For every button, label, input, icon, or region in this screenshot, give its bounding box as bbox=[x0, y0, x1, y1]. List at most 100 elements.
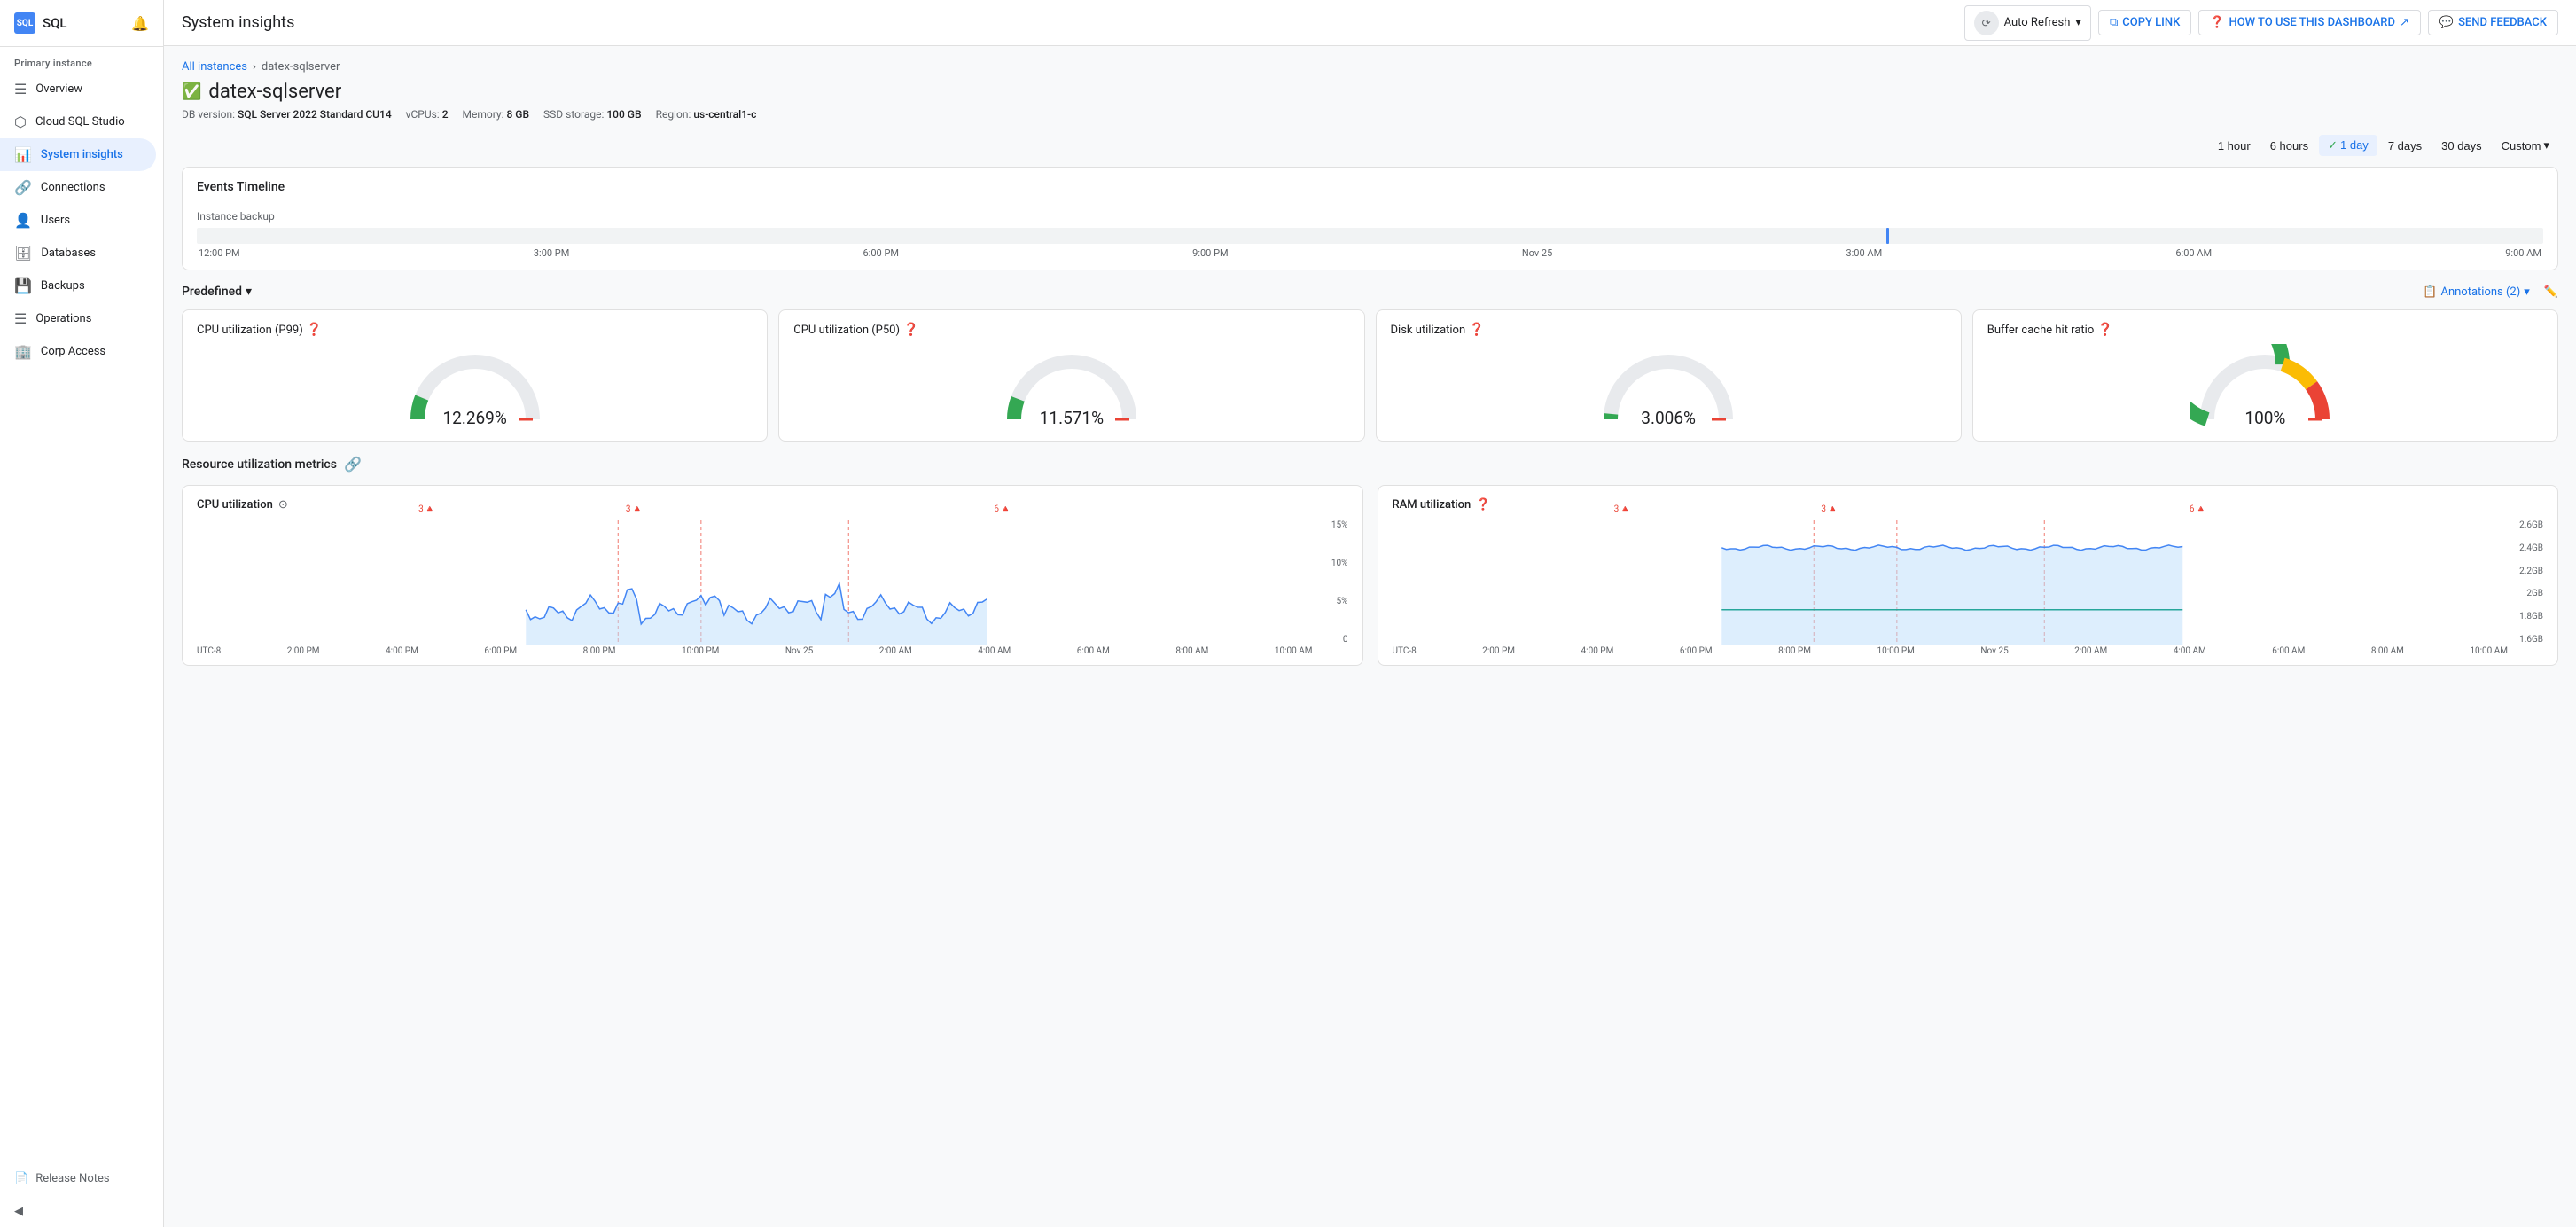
time-btn-custom[interactable]: Custom ▾ bbox=[2493, 135, 2558, 156]
ssd-meta: SSD storage: 100 GB bbox=[543, 108, 642, 121]
sidebar-label-connections: Connections bbox=[41, 181, 105, 194]
vcpus-value: 2 bbox=[442, 108, 449, 121]
gauge-title-cpu-p50: CPU utilization (P50) ❓ bbox=[793, 323, 918, 337]
timeline-x-label: Nov 25 bbox=[1522, 247, 1552, 259]
auto-refresh-label: Auto Refresh bbox=[2004, 16, 2071, 29]
sidebar-icon-corp-access: 🏢 bbox=[14, 343, 32, 360]
sidebar-item-corp-access[interactable]: 🏢 Corp Access bbox=[0, 335, 156, 368]
time-btn-30-days[interactable]: 30 days bbox=[2432, 136, 2491, 156]
y-label: 5% bbox=[1320, 597, 1348, 606]
chart-clock-icon: ⊙ bbox=[278, 498, 288, 512]
main-content: System insights ⟳ Auto Refresh ▾ ⧉ COPY … bbox=[164, 0, 2576, 1227]
gauge-help-icon-buffer-cache[interactable]: ❓ bbox=[2097, 323, 2112, 337]
chart-area-ram-utilization: 3🔺 3🔺 6🔺 2.6GB2.4GB2.2GB2GB1.8GB1.6GB UT… bbox=[1393, 520, 2544, 656]
page-title: System insights bbox=[182, 13, 1957, 32]
time-btn-1-day[interactable]: ✓1 day bbox=[2319, 135, 2377, 156]
sidebar-item-connections[interactable]: 🔗 Connections bbox=[0, 171, 156, 204]
y-label: 2.6GB bbox=[2515, 520, 2543, 530]
sidebar-item-operations[interactable]: ☰ Operations bbox=[0, 302, 156, 335]
region-meta: Region: us-central1-c bbox=[656, 108, 757, 121]
x-label: 2:00 AM bbox=[879, 646, 912, 656]
sidebar-item-overview[interactable]: ☰ Overview bbox=[0, 73, 156, 106]
chart-title-ram-utilization: RAM utilization ❓ bbox=[1393, 498, 2544, 512]
chart-help-icon[interactable]: ❓ bbox=[1476, 498, 1490, 512]
gauge-value-disk: 3.006% bbox=[1641, 408, 1696, 428]
y-label: 15% bbox=[1320, 520, 1348, 530]
alert-marker-ram-utilization-0: 3🔺 bbox=[1614, 504, 1631, 514]
how-to-button[interactable]: ❓ HOW TO USE THIS DASHBOARD ↗ bbox=[2198, 10, 2421, 35]
sidebar-item-system-insights[interactable]: 📊 System insights bbox=[0, 138, 156, 171]
gauge-value-cpu-p99: 12.269% bbox=[442, 408, 506, 428]
chart-card-ram-utilization: RAM utilization ❓ 3🔺 3🔺 6🔺 2.6GB2.4GB2.2… bbox=[1378, 485, 2559, 666]
y-label: 2.2GB bbox=[2515, 567, 2543, 576]
x-label: 10:00 PM bbox=[682, 646, 719, 656]
predefined-chevron-icon: ▾ bbox=[246, 285, 252, 299]
sidebar-section-label: Primary instance bbox=[0, 47, 163, 73]
annotations-chevron-icon: ▾ bbox=[2524, 285, 2530, 299]
timeline-x-label: 6:00 AM bbox=[2175, 247, 2212, 259]
sidebar-label-backups: Backups bbox=[41, 279, 85, 293]
gauge-card-cpu-p50: CPU utilization (P50) ❓ 11.571% bbox=[778, 309, 1364, 442]
sidebar-item-databases[interactable]: 🗄 Databases bbox=[0, 237, 156, 270]
region-label: Region: bbox=[656, 108, 691, 121]
x-label: 6:00 PM bbox=[484, 646, 517, 656]
all-instances-link[interactable]: All instances bbox=[182, 60, 247, 74]
sidebar-icon-operations: ☰ bbox=[14, 310, 27, 327]
sidebar-item-backups[interactable]: 💾 Backups bbox=[0, 270, 156, 302]
send-feedback-label: SEND FEEDBACK bbox=[2458, 16, 2547, 29]
x-label: 2:00 PM bbox=[1482, 646, 1515, 656]
how-to-label: HOW TO USE THIS DASHBOARD bbox=[2229, 16, 2395, 29]
gauge-help-icon-cpu-p99[interactable]: ❓ bbox=[307, 323, 322, 337]
app-title: SQL bbox=[43, 15, 67, 31]
breadcrumb: All instances › datex-sqlserver bbox=[182, 60, 2558, 74]
release-notes-label[interactable]: Release Notes bbox=[35, 1172, 109, 1185]
instance-meta: DB version: SQL Server 2022 Standard CU1… bbox=[182, 108, 2558, 121]
send-feedback-button[interactable]: 💬 SEND FEEDBACK bbox=[2428, 10, 2558, 35]
sidebar-label-corp-access: Corp Access bbox=[41, 345, 105, 358]
sidebar-icon-backups: 💾 bbox=[14, 277, 32, 294]
release-notes-icon: 📄 bbox=[14, 1172, 28, 1185]
auto-refresh-icon: ⟳ bbox=[1974, 11, 1999, 35]
copy-link-button[interactable]: ⧉ COPY LINK bbox=[2098, 10, 2191, 35]
sidebar-icon-cloud-sql-studio: ⬡ bbox=[14, 113, 27, 130]
link-icon[interactable]: 🔗 bbox=[344, 456, 362, 473]
feedback-icon: 💬 bbox=[2439, 16, 2454, 29]
timeline-x-label: 12:00 PM bbox=[199, 247, 240, 259]
topbar: System insights ⟳ Auto Refresh ▾ ⧉ COPY … bbox=[164, 0, 2576, 46]
y-label: 0 bbox=[1320, 635, 1348, 645]
sidebar-collapse-button[interactable]: ◀ bbox=[0, 1196, 163, 1227]
predefined-title[interactable]: Predefined ▾ bbox=[182, 285, 252, 299]
x-label: 10:00 PM bbox=[1877, 646, 1914, 656]
gauge-help-icon-disk[interactable]: ❓ bbox=[1469, 323, 1484, 337]
predefined-section-header: Predefined ▾ 📋 Annotations (2) ▾ ✏️ bbox=[182, 285, 2558, 299]
gauge-help-icon-cpu-p50[interactable]: ❓ bbox=[903, 323, 918, 337]
time-btn-6-hours[interactable]: 6 hours bbox=[2261, 136, 2317, 156]
edit-icon[interactable]: ✏️ bbox=[2544, 285, 2558, 299]
alert-marker-ram-utilization-1: 3🔺 bbox=[1821, 504, 1838, 514]
gauge-title-disk: Disk utilization ❓ bbox=[1391, 323, 1485, 337]
gauge-card-buffer-cache: Buffer cache hit ratio ❓ 100% bbox=[1972, 309, 2558, 442]
time-btn-7-days[interactable]: 7 days bbox=[2379, 136, 2431, 156]
ssd-value: 100 GB bbox=[606, 108, 641, 121]
y-label: 2GB bbox=[2515, 589, 2543, 598]
notification-bell-icon[interactable]: 🔔 bbox=[131, 15, 149, 32]
sidebar-label-databases: Databases bbox=[41, 246, 96, 260]
annotations-button[interactable]: 📋 Annotations (2) ▾ bbox=[2423, 285, 2530, 299]
predefined-section: Predefined ▾ 📋 Annotations (2) ▾ ✏️ CPU … bbox=[182, 285, 2558, 442]
x-label: Nov 25 bbox=[1980, 646, 2008, 656]
auto-refresh-button[interactable]: ⟳ Auto Refresh ▾ bbox=[1964, 5, 2091, 41]
timeline-x-label: 3:00 AM bbox=[1846, 247, 1882, 259]
timeline-x-label: 6:00 PM bbox=[863, 247, 899, 259]
sidebar-item-users[interactable]: 👤 Users bbox=[0, 204, 156, 237]
events-timeline-card: Events Timeline Instance backup 12:00 PM… bbox=[182, 167, 2558, 270]
sidebar: SQL SQL 🔔 Primary instance ☰ Overview ⬡ … bbox=[0, 0, 164, 1227]
chart-card-cpu-utilization: CPU utilization ⊙ 3🔺 3🔺 6🔺 15%10%5%0 bbox=[182, 485, 1363, 666]
x-label: 10:00 AM bbox=[1275, 646, 1313, 656]
charts-row: CPU utilization ⊙ 3🔺 3🔺 6🔺 15%10%5%0 bbox=[182, 485, 2558, 666]
sidebar-item-cloud-sql-studio[interactable]: ⬡ Cloud SQL Studio bbox=[0, 106, 156, 138]
time-btn-1-hour[interactable]: 1 hour bbox=[2209, 136, 2260, 156]
copy-icon: ⧉ bbox=[2110, 16, 2118, 29]
timeline-event-dot bbox=[1886, 228, 1889, 244]
alert-marker-cpu-utilization-1: 3🔺 bbox=[626, 504, 643, 514]
sidebar-footer: 📄 Release Notes bbox=[0, 1161, 163, 1196]
